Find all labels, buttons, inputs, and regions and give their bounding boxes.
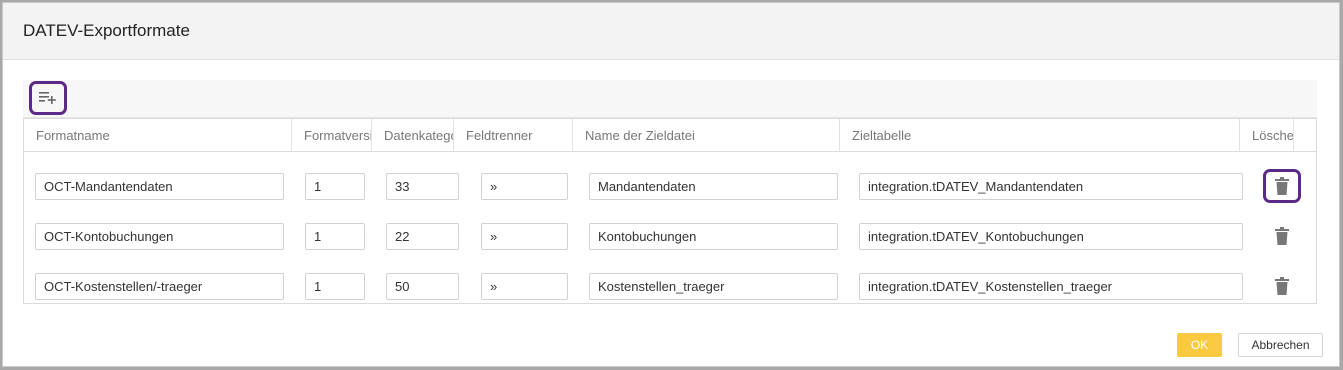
formatversion-input[interactable]: 1 <box>305 223 365 250</box>
formatversion-input[interactable]: 1 <box>305 173 365 200</box>
zieldatei-input[interactable]: Kontobuchungen <box>589 223 838 250</box>
column-header-loeschen[interactable]: Löschen <box>1240 119 1294 152</box>
datenkategorie-input[interactable]: 22 <box>386 223 459 250</box>
zieltabelle-input[interactable]: integration.tDATEV_Mandantendaten <box>859 173 1243 200</box>
formatname-input[interactable]: OCT-Mandantendaten <box>35 173 284 200</box>
trash-icon <box>1275 177 1289 195</box>
table-row: OCT-Kontobuchungen 1 22 » Kontobuchungen… <box>24 210 1316 260</box>
zieldatei-input[interactable]: Kostenstellen_traeger <box>589 273 838 300</box>
formatversion-input[interactable]: 1 <box>305 273 365 300</box>
delete-row-button[interactable] <box>1263 269 1301 303</box>
formatname-input[interactable]: OCT-Kontobuchungen <box>35 223 284 250</box>
delete-row-button[interactable] <box>1263 169 1301 203</box>
grid-toolbar <box>23 80 1317 118</box>
feldtrenner-input[interactable]: » <box>481 173 568 200</box>
trash-icon <box>1275 277 1289 295</box>
zieldatei-input[interactable]: Mandantendaten <box>589 173 838 200</box>
datenkategorie-input[interactable]: 33 <box>386 173 459 200</box>
column-header-feldtrenner[interactable]: Feldtrenner <box>454 119 573 152</box>
cancel-button[interactable]: Abbrechen <box>1238 333 1323 357</box>
ok-button[interactable]: OK <box>1177 333 1222 357</box>
export-formats-grid: Formatname Formatversion Datenkategorie … <box>23 118 1317 304</box>
feldtrenner-input[interactable]: » <box>481 223 568 250</box>
table-row: OCT-Kostenstellen/-traeger 1 50 » Kosten… <box>24 260 1316 310</box>
column-header-zieltabelle[interactable]: Zieltabelle <box>840 119 1240 152</box>
playlist-add-icon <box>39 92 56 104</box>
zieltabelle-input[interactable]: integration.tDATEV_Kostenstellen_traeger <box>859 273 1243 300</box>
datenkategorie-input[interactable]: 50 <box>386 273 459 300</box>
column-header-formatname[interactable]: Formatname <box>24 119 292 152</box>
dialog-title: DATEV-Exportformate <box>23 21 190 40</box>
table-row: OCT-Mandantendaten 1 33 » Mandantendaten… <box>24 160 1316 210</box>
zieltabelle-input[interactable]: integration.tDATEV_Kontobuchungen <box>859 223 1243 250</box>
column-header-zieldatei[interactable]: Name der Zieldatei <box>573 119 840 152</box>
dialog-header: DATEV-Exportformate <box>3 3 1339 60</box>
column-header-formatversion[interactable]: Formatversion <box>292 119 372 152</box>
formatname-input[interactable]: OCT-Kostenstellen/-traeger <box>35 273 284 300</box>
column-header-datenkategorie[interactable]: Datenkategorie <box>372 119 454 152</box>
delete-row-button[interactable] <box>1263 219 1301 253</box>
trash-icon <box>1275 227 1289 245</box>
grid-header: Formatname Formatversion Datenkategorie … <box>24 118 1316 152</box>
feldtrenner-input[interactable]: » <box>481 273 568 300</box>
add-row-button[interactable] <box>29 81 67 115</box>
export-formats-dialog: DATEV-Exportformate Formatname Formatver… <box>2 2 1340 367</box>
